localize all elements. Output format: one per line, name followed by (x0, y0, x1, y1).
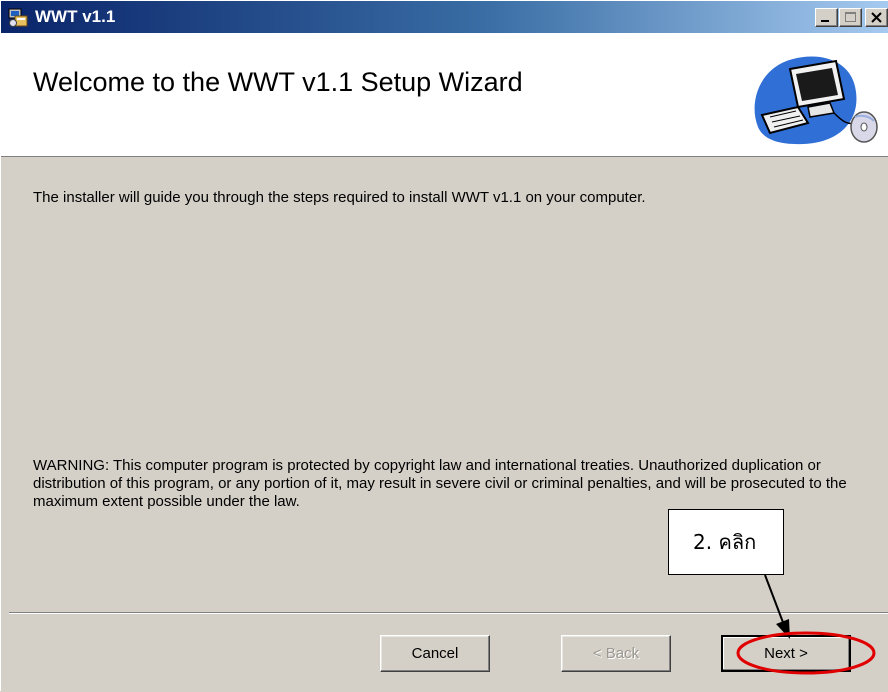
installer-window: WWT v1.1 Welcome to the WWT v1.1 Setup W… (0, 0, 888, 691)
close-icon (871, 12, 882, 23)
minimize-button[interactable] (815, 8, 838, 27)
callout-arrow (764, 574, 785, 626)
installer-app-icon (7, 6, 29, 28)
next-button[interactable]: Next > (721, 635, 851, 672)
close-button[interactable] (865, 8, 888, 27)
computer-cd-icon (748, 47, 888, 147)
window-title: WWT v1.1 (35, 7, 116, 26)
wizard-title: Welcome to the WWT v1.1 Setup Wizard (33, 67, 523, 97)
copyright-warning: WARNING: This computer program is protec… (33, 457, 847, 510)
maximize-icon (845, 12, 856, 22)
minimize-icon (821, 20, 829, 22)
intro-text: The installer will guide you through the… (33, 189, 646, 206)
back-button: < Back (561, 635, 671, 672)
instruction-callout: 2. คลิก (668, 509, 784, 575)
maximize-button[interactable] (839, 8, 862, 27)
separator-highlight (9, 613, 888, 614)
cancel-button[interactable]: Cancel (380, 635, 490, 672)
wizard-header-banner: Welcome to the WWT v1.1 Setup Wizard (1, 33, 888, 157)
title-bar[interactable]: WWT v1.1 (1, 1, 888, 33)
